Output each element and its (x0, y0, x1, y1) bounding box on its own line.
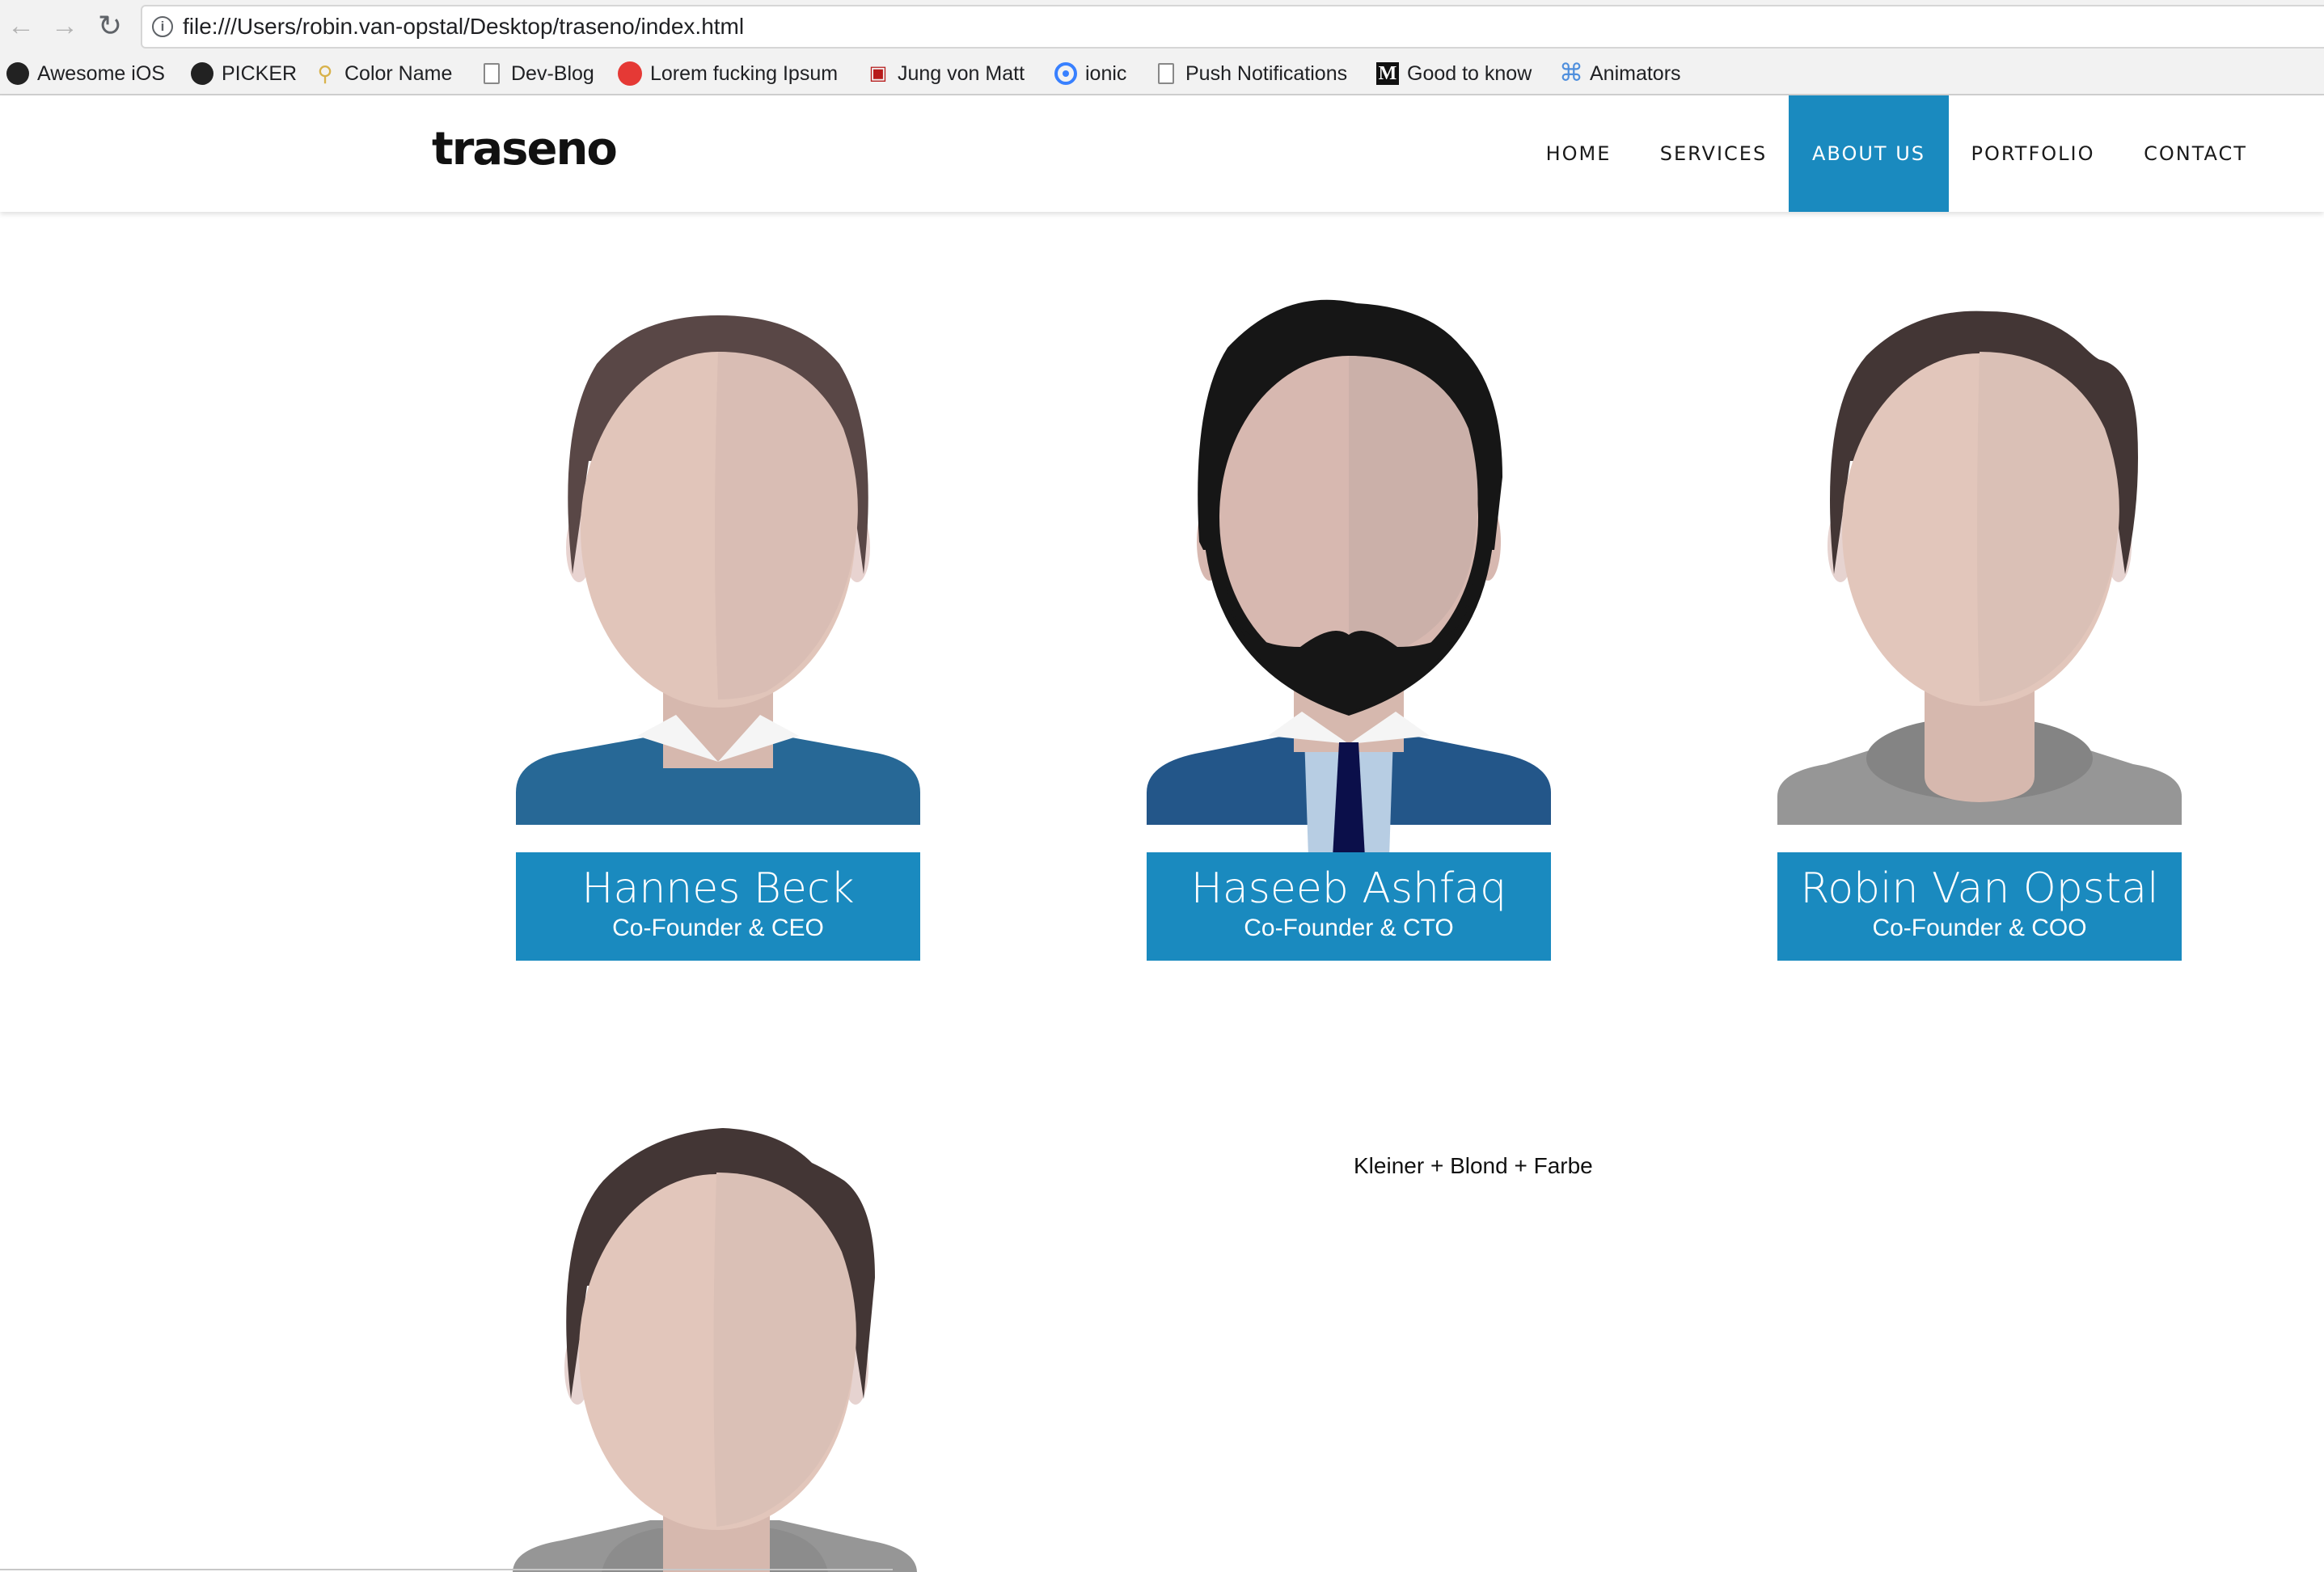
site-logo[interactable]: traseno (432, 123, 618, 175)
horizontal-rule (0, 1569, 893, 1570)
nav-portfolio[interactable]: PORTFOLIO (1960, 95, 2106, 212)
bookmark-label: PICKER (222, 61, 298, 85)
address-url[interactable]: file:///Users/robin.van-opstal/Desktop/t… (183, 6, 744, 47)
back-arrow-icon[interactable]: ← (5, 10, 37, 42)
nav-home[interactable]: HOME (1525, 95, 1632, 212)
forward-arrow-icon[interactable]: → (49, 10, 81, 42)
info-icon[interactable]: i (152, 16, 173, 37)
site-header: traseno HOME SERVICES ABOUT US PORTFOLIO… (0, 95, 2324, 212)
team-card-robin-van-opstal: Robin Van Opstal Co-Founder & COO (1777, 852, 2182, 961)
bookmark-jung-von-matt[interactable]: ▣ Jung von Matt (867, 53, 1025, 94)
bookmark-awesome-ios[interactable]: Awesome iOS (6, 53, 165, 94)
page-icon (1158, 63, 1174, 84)
nav-contact[interactable]: CONTACT (2135, 95, 2256, 212)
page-icon (484, 63, 500, 84)
team-card-haseeb-ashfaq: Haseeb Ashfaq Co-Founder & CTO (1147, 852, 1551, 961)
bookmark-dev-blog[interactable]: Dev-Blog (480, 53, 594, 94)
note-text: Kleiner + Blond + Farbe (1354, 1153, 1593, 1178)
bookmark-color-name[interactable]: ⚲ Color Name (314, 53, 452, 94)
member-role: Co-Founder & COO (1872, 915, 2087, 941)
nav-about-us[interactable]: ABOUT US (1789, 95, 1949, 212)
member-role: Co-Founder & CEO (612, 915, 824, 941)
bookmark-ionic[interactable]: ionic (1054, 53, 1126, 94)
medium-icon: M (1376, 62, 1399, 85)
command-icon: ⌘ (1559, 60, 1583, 87)
github-icon (6, 62, 29, 85)
bookmark-label: Animators (1590, 61, 1681, 85)
bookmark-label: Color Name (344, 61, 453, 85)
bookmark-lorem-ipsum[interactable]: Lorem fucking Ipsum (618, 53, 838, 94)
member-name: Hannes Beck (581, 864, 855, 913)
bookmark-push-notifications[interactable]: Push Notifications (1155, 53, 1347, 94)
avatar-collar-sweater (516, 315, 920, 825)
bookmark-label: Good to know (1407, 61, 1532, 85)
github-icon (191, 62, 213, 85)
member-role: Co-Founder & CTO (1244, 915, 1454, 941)
reload-icon[interactable]: ↻ (94, 10, 126, 42)
bookmark-label: Jung von Matt (898, 61, 1025, 85)
bookmark-good-to-know[interactable]: M Good to know (1376, 53, 1532, 94)
ionic-icon (1054, 62, 1077, 85)
lightbulb-icon: ⚲ (317, 61, 333, 86)
nav-services[interactable]: SERVICES (1650, 95, 1777, 212)
bookmark-label: Awesome iOS (37, 61, 165, 85)
avatar-grey-shirt (1777, 311, 2182, 825)
bookmark-label: Dev-Blog (511, 61, 594, 85)
bookmark-label: Push Notifications (1185, 61, 1348, 85)
red-dot-icon (618, 61, 642, 86)
jvm-icon: ▣ (868, 62, 888, 84)
member-name: Robin Van Opstal (1800, 864, 2159, 913)
bookmark-label: Lorem fucking Ipsum (650, 61, 839, 85)
bookmark-label: ionic (1085, 61, 1127, 85)
avatar-placeholder (513, 1128, 917, 1572)
bookmark-animators[interactable]: ⌘ Animators (1559, 53, 1681, 94)
team-card-hannes-beck: Hannes Beck Co-Founder & CEO (516, 852, 920, 961)
avatar-beard-suit (1147, 299, 1551, 857)
bookmarks-bar: Awesome iOS PICKER ⚲ Color Name Dev-Blog… (0, 53, 2324, 95)
address-bar[interactable]: i file:///Users/robin.van-opstal/Desktop… (141, 5, 2324, 49)
bookmark-picker[interactable]: PICKER (191, 53, 297, 94)
member-name: Haseeb Ashfaq (1190, 864, 1507, 913)
browser-toolbar: ← → ↻ i file:///Users/robin.van-opstal/D… (0, 0, 2324, 53)
